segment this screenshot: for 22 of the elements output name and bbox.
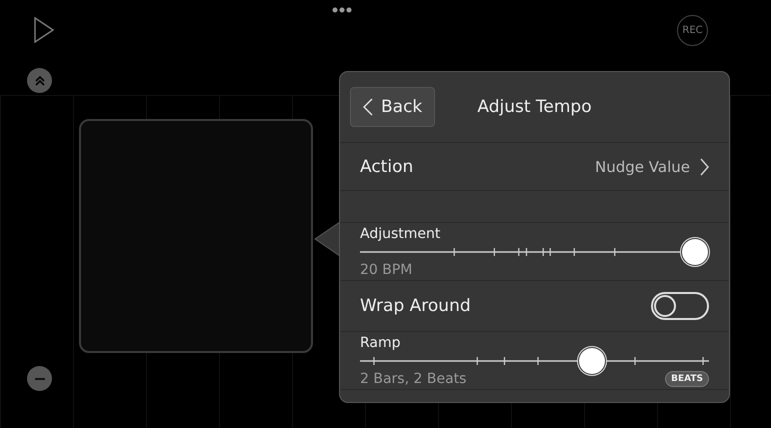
- slider-label: Adjustment: [360, 226, 442, 242]
- toggle-switch[interactable]: [651, 292, 709, 320]
- unit-button[interactable]: BEATS: [665, 370, 709, 386]
- back-button[interactable]: Back: [350, 87, 436, 127]
- row-label: Wrap Around: [360, 296, 471, 316]
- minus-icon: [34, 376, 44, 380]
- slider-reading: 20 BPM: [360, 262, 412, 278]
- more-icon[interactable]: [332, 7, 352, 13]
- minus-button[interactable]: [27, 366, 52, 391]
- double-chevron-up-icon: [34, 74, 46, 86]
- slider-thumb[interactable]: [682, 238, 708, 264]
- slider-reading: 2 Bars, 2 Beats: [360, 370, 466, 386]
- chevron-right-icon: [700, 158, 709, 176]
- record-button[interactable]: REC: [677, 15, 708, 46]
- slider-thumb[interactable]: [578, 348, 605, 374]
- row-label: Action: [360, 156, 414, 176]
- play-icon[interactable]: [34, 17, 54, 43]
- chevron-left-icon: [363, 98, 373, 116]
- action-value-button[interactable]: Nudge Value: [595, 158, 709, 176]
- collapse-button[interactable]: [27, 68, 52, 93]
- slider-label: Ramp: [360, 334, 402, 350]
- popover-title: Adjust Tempo: [477, 97, 592, 117]
